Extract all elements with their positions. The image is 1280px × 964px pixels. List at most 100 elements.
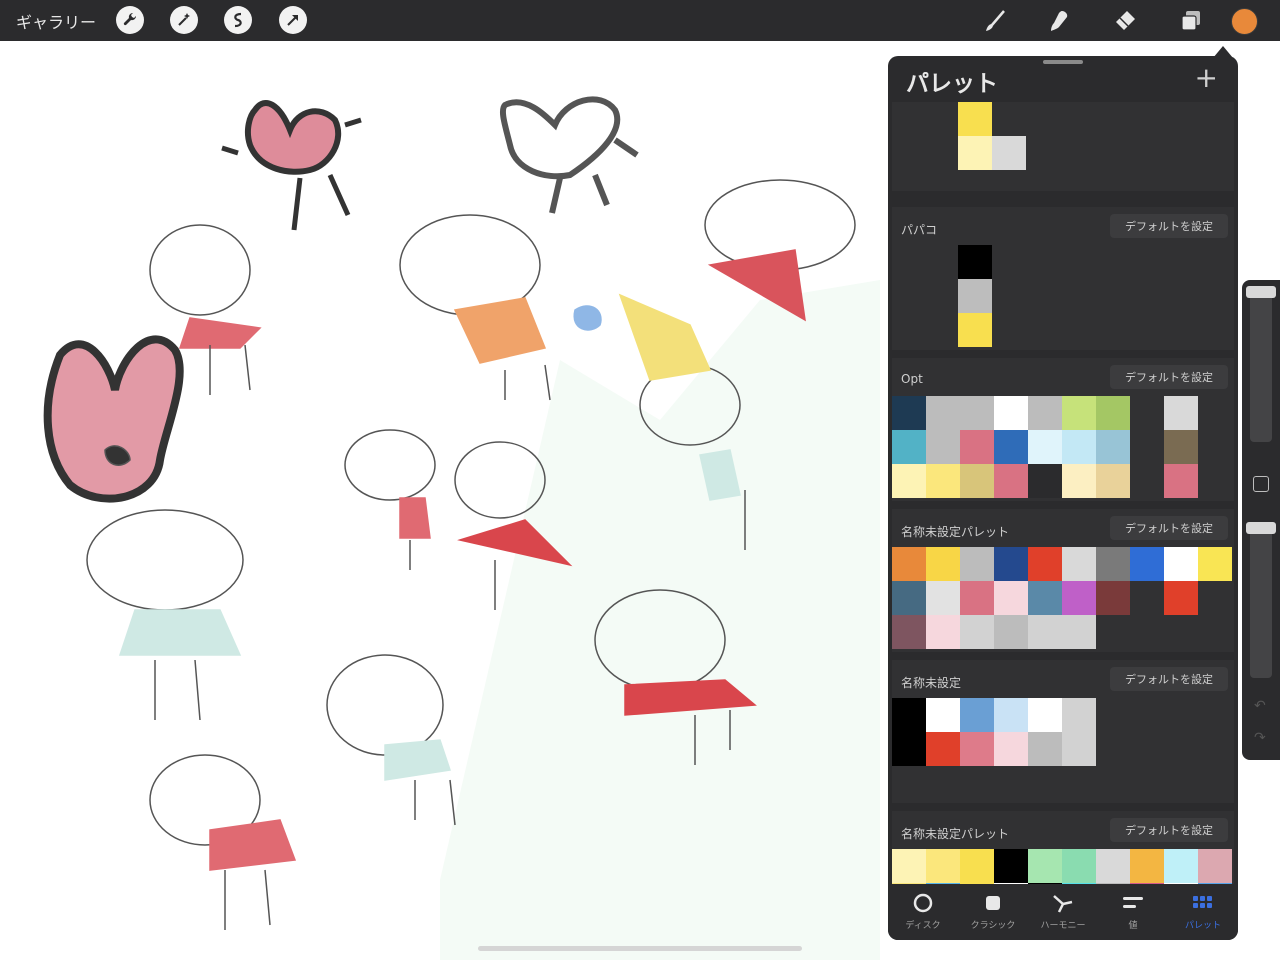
color-swatch[interactable]	[1028, 547, 1062, 581]
wrench-icon[interactable]	[116, 6, 144, 34]
set-default-button[interactable]: デフォルトを設定	[1110, 365, 1228, 389]
color-swatch[interactable]	[892, 430, 926, 464]
brush-size-slider[interactable]	[1250, 290, 1272, 442]
palette-card[interactable]: 名称未設定パレット デフォルトを設定	[892, 811, 1234, 886]
color-swatch[interactable]	[960, 547, 994, 581]
color-swatch[interactable]	[1164, 547, 1198, 581]
color-swatch[interactable]	[1164, 464, 1198, 498]
palette-card[interactable]: 名称未設定 デフォルトを設定	[892, 660, 1234, 803]
color-swatch[interactable]	[1062, 547, 1096, 581]
color-swatch[interactable]	[1028, 849, 1062, 883]
set-default-button[interactable]: デフォルトを設定	[1110, 516, 1228, 540]
color-swatch[interactable]	[892, 698, 926, 732]
color-swatch[interactable]	[958, 136, 992, 170]
tab-disc[interactable]: ディスク	[888, 884, 958, 940]
color-swatch[interactable]	[960, 581, 994, 615]
color-swatch[interactable]	[994, 396, 1028, 430]
color-swatch[interactable]	[1096, 396, 1130, 430]
brush-icon[interactable]	[980, 6, 1010, 36]
color-swatch[interactable]	[994, 615, 1028, 649]
color-swatch[interactable]	[926, 698, 960, 732]
color-swatch[interactable]	[1096, 849, 1130, 883]
color-swatch[interactable]	[1028, 732, 1062, 766]
palette-name[interactable]: 名称未設定パレット	[901, 523, 1009, 540]
opacity-slider[interactable]	[1250, 526, 1272, 678]
color-swatch[interactable]	[1028, 464, 1062, 498]
layers-icon[interactable]	[1176, 6, 1206, 36]
palette-card[interactable]	[892, 102, 1234, 191]
color-swatch[interactable]	[1198, 849, 1232, 883]
color-swatch[interactable]	[926, 581, 960, 615]
palette-name[interactable]: パパコ	[901, 221, 937, 238]
panel-grabber[interactable]	[1043, 60, 1083, 64]
color-swatch[interactable]	[960, 732, 994, 766]
color-swatch[interactable]	[926, 547, 960, 581]
color-swatch[interactable]	[1062, 396, 1096, 430]
transform-arrow-icon[interactable]	[279, 6, 307, 34]
color-swatch[interactable]	[1130, 849, 1164, 883]
color-swatch[interactable]	[1164, 581, 1198, 615]
magic-wand-icon[interactable]	[170, 6, 198, 34]
color-swatch[interactable]	[1062, 464, 1096, 498]
set-default-button[interactable]: デフォルトを設定	[1110, 214, 1228, 238]
color-swatch[interactable]	[958, 279, 992, 313]
color-swatch[interactable]	[892, 849, 926, 883]
color-swatch[interactable]	[1164, 849, 1198, 883]
color-swatch[interactable]	[1062, 698, 1096, 732]
brush-size-thumb[interactable]	[1246, 286, 1276, 298]
tab-harmony[interactable]: ハーモニー	[1028, 884, 1098, 940]
color-swatch[interactable]	[1062, 849, 1096, 883]
palette-list[interactable]: パパコ デフォルトを設定 Opt デフォルトを設定 名称未設定パレット デフォルトを設定名…	[892, 102, 1234, 886]
redo-icon[interactable]: ↷	[1254, 730, 1266, 746]
color-swatch[interactable]	[994, 698, 1028, 732]
color-swatch[interactable]	[960, 430, 994, 464]
palette-name[interactable]: 名称未設定	[901, 674, 961, 691]
color-swatch[interactable]	[1164, 396, 1198, 430]
color-swatch[interactable]	[892, 464, 926, 498]
selection-icon[interactable]	[224, 6, 252, 34]
color-swatch[interactable]	[992, 136, 1026, 170]
color-swatch[interactable]	[926, 396, 960, 430]
palette-name[interactable]: Opt	[901, 372, 923, 386]
color-swatch[interactable]	[960, 849, 994, 883]
eraser-icon[interactable]	[1110, 6, 1140, 36]
color-swatch[interactable]	[892, 547, 926, 581]
opacity-thumb[interactable]	[1246, 522, 1276, 534]
color-swatch[interactable]	[1096, 430, 1130, 464]
color-swatch[interactable]	[1096, 464, 1130, 498]
color-swatch[interactable]	[926, 732, 960, 766]
color-swatch[interactable]	[1062, 732, 1096, 766]
palette-name[interactable]: 名称未設定パレット	[901, 825, 1009, 842]
modify-button[interactable]	[1253, 476, 1269, 492]
set-default-button[interactable]: デフォルトを設定	[1110, 667, 1228, 691]
current-color-swatch[interactable]	[1231, 8, 1258, 35]
color-swatch[interactable]	[926, 615, 960, 649]
color-swatch[interactable]	[960, 396, 994, 430]
color-swatch[interactable]	[1028, 698, 1062, 732]
palette-card[interactable]: Opt デフォルトを設定	[892, 358, 1234, 501]
color-swatch[interactable]	[1062, 581, 1096, 615]
color-swatch[interactable]	[994, 430, 1028, 464]
color-swatch[interactable]	[960, 615, 994, 649]
color-swatch[interactable]	[1062, 615, 1096, 649]
tab-palette-grid[interactable]: パレット	[1168, 884, 1238, 940]
color-swatch[interactable]	[960, 464, 994, 498]
color-swatch[interactable]	[892, 396, 926, 430]
color-swatch[interactable]	[1028, 581, 1062, 615]
color-swatch[interactable]	[1028, 615, 1062, 649]
color-swatch[interactable]	[1164, 430, 1198, 464]
color-swatch[interactable]	[958, 245, 992, 279]
color-swatch[interactable]	[926, 430, 960, 464]
color-swatch[interactable]	[1096, 581, 1130, 615]
color-swatch[interactable]	[926, 464, 960, 498]
color-swatch[interactable]	[1028, 396, 1062, 430]
tab-value-sliders[interactable]: 値	[1098, 884, 1168, 940]
color-swatch[interactable]	[1198, 547, 1232, 581]
set-default-button[interactable]: デフォルトを設定	[1110, 818, 1228, 842]
color-swatch[interactable]	[994, 581, 1028, 615]
color-swatch[interactable]	[892, 615, 926, 649]
color-swatch[interactable]	[994, 849, 1028, 883]
undo-icon[interactable]: ↶	[1254, 698, 1266, 714]
color-swatch[interactable]	[1096, 547, 1130, 581]
smudge-icon[interactable]	[1044, 6, 1074, 36]
